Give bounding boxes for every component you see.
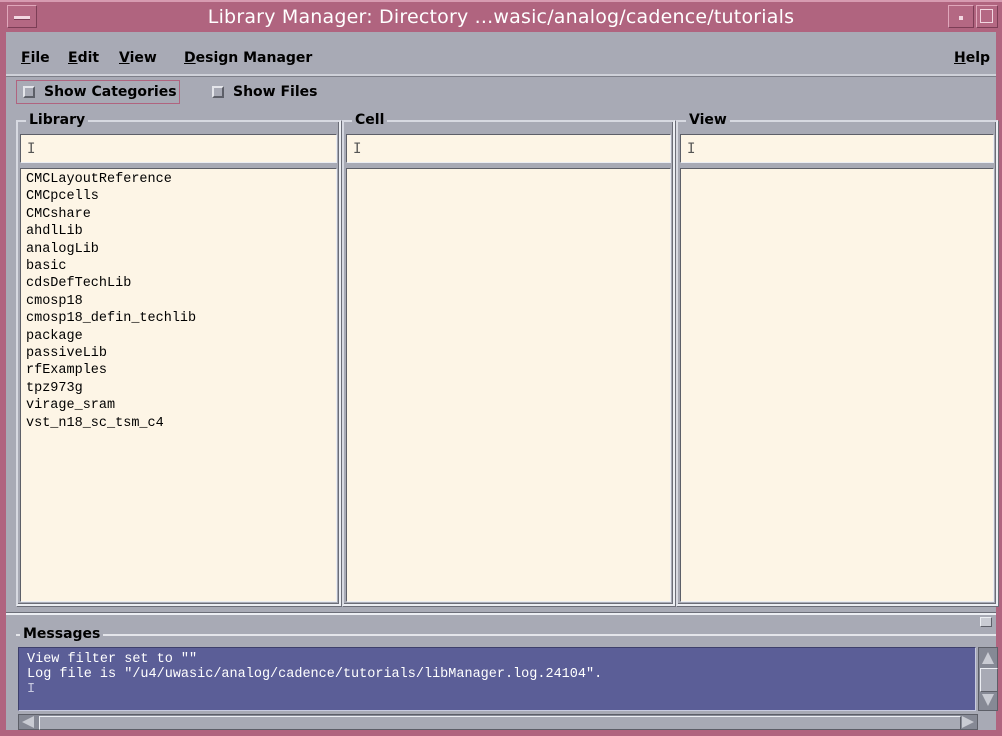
library-item[interactable]: basic bbox=[26, 258, 336, 275]
menu-design-manager-mnemonic: D bbox=[184, 50, 196, 66]
library-item[interactable]: CMCshare bbox=[26, 206, 336, 223]
library-item[interactable]: package bbox=[26, 328, 336, 345]
minimize-button[interactable] bbox=[948, 5, 974, 28]
message-line: Log file is "/u4/uwasic/analog/cadence/t… bbox=[27, 667, 603, 682]
text-cursor-icon: I bbox=[27, 141, 36, 157]
menu-design-manager-label: esign Manager bbox=[195, 50, 313, 66]
library-list[interactable]: CMCLayoutReference CMCpcells CMCshare ah… bbox=[20, 168, 337, 602]
minimize-icon bbox=[959, 16, 963, 20]
menu-help[interactable]: Help bbox=[954, 50, 990, 66]
show-files-label: Show Files bbox=[233, 84, 318, 100]
pane-divider[interactable] bbox=[6, 612, 996, 615]
menu-file[interactable]: File bbox=[21, 50, 50, 66]
sash-handle[interactable] bbox=[980, 617, 992, 627]
library-item[interactable]: rfExamples bbox=[26, 362, 336, 379]
library-item[interactable]: virage_sram bbox=[26, 397, 336, 414]
show-categories-label: Show Categories bbox=[44, 84, 177, 100]
maximize-button[interactable] bbox=[976, 5, 998, 28]
menu-view-label: iew bbox=[129, 50, 157, 66]
message-line: View filter set to "" bbox=[27, 652, 198, 667]
show-files-toggle[interactable]: Show Files bbox=[206, 80, 336, 104]
library-item[interactable]: cdsDefTechLib bbox=[26, 275, 336, 292]
show-categories-toggle[interactable]: Show Categories bbox=[16, 80, 180, 104]
text-cursor-icon: I bbox=[353, 141, 362, 157]
library-pane-title: Library bbox=[26, 112, 89, 128]
menu-file-label: ile bbox=[30, 50, 50, 66]
menu-file-mnemonic: F bbox=[21, 50, 31, 66]
scroll-up-icon[interactable] bbox=[982, 652, 994, 664]
library-item[interactable]: CMCpcells bbox=[26, 188, 336, 205]
library-item[interactable]: tpz973g bbox=[26, 380, 336, 397]
menu-edit-label: dit bbox=[77, 50, 100, 66]
messages-text-area[interactable]: View filter set to "" Log file is "/u4/u… bbox=[18, 647, 976, 711]
menu-edit[interactable]: Edit bbox=[68, 50, 99, 66]
horizontal-scroll-thumb[interactable] bbox=[39, 716, 961, 730]
view-filter-input[interactable]: I bbox=[680, 134, 994, 163]
library-item[interactable]: cmosp18_defin_techlib bbox=[26, 310, 336, 327]
cell-pane: Cell I bbox=[342, 112, 675, 606]
menu-help-label: elp bbox=[965, 50, 991, 66]
cell-pane-title: Cell bbox=[352, 112, 388, 128]
menu-view-mnemonic: V bbox=[119, 50, 130, 66]
library-item[interactable]: passiveLib bbox=[26, 345, 336, 362]
view-list[interactable] bbox=[680, 168, 994, 602]
text-cursor-icon: I bbox=[27, 682, 36, 697]
library-filter-input[interactable]: I bbox=[20, 134, 337, 163]
menu-design-manager[interactable]: Design Manager bbox=[184, 50, 312, 66]
messages-vertical-scrollbar[interactable] bbox=[978, 647, 998, 711]
menu-edit-mnemonic: E bbox=[68, 50, 78, 66]
window-title: Library Manager: Directory ...wasic/anal… bbox=[207, 6, 795, 28]
show-categories-checkbox[interactable] bbox=[23, 86, 35, 98]
title-bar[interactable]: Library Manager: Directory ...wasic/anal… bbox=[0, 0, 1002, 32]
view-pane-title: View bbox=[686, 112, 730, 128]
library-item[interactable]: ahdlLib bbox=[26, 223, 336, 240]
maximize-icon bbox=[980, 9, 993, 23]
menu-bar: File Edit View Design Manager Help bbox=[6, 44, 996, 76]
vertical-scroll-thumb[interactable] bbox=[980, 668, 998, 692]
cell-list[interactable] bbox=[346, 168, 671, 602]
text-cursor-icon: I bbox=[687, 141, 696, 157]
menu-help-mnemonic: H bbox=[954, 50, 966, 66]
messages-pane-title: Messages bbox=[20, 626, 104, 642]
view-pane: View I bbox=[676, 112, 998, 606]
library-item[interactable]: vst_n18_sc_tsm_c4 bbox=[26, 415, 336, 432]
show-files-checkbox[interactable] bbox=[212, 86, 224, 98]
cell-filter-input[interactable]: I bbox=[346, 134, 671, 163]
library-item[interactable]: analogLib bbox=[26, 241, 336, 258]
library-pane: Library I CMCLayoutReference CMCpcells C… bbox=[16, 112, 341, 606]
menu-view[interactable]: View bbox=[119, 50, 157, 66]
library-item[interactable]: cmosp18 bbox=[26, 293, 336, 310]
library-item[interactable]: CMCLayoutReference bbox=[26, 171, 336, 188]
messages-horizontal-scrollbar[interactable] bbox=[18, 714, 978, 730]
scroll-down-icon[interactable] bbox=[982, 694, 994, 706]
scroll-left-icon[interactable] bbox=[22, 716, 34, 728]
scroll-right-icon[interactable] bbox=[962, 716, 974, 728]
